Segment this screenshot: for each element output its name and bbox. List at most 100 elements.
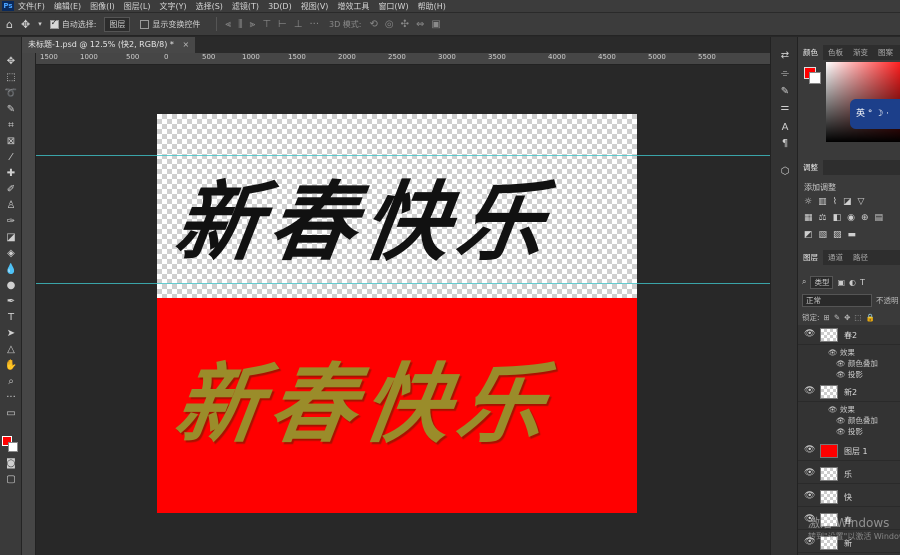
history-brush-icon[interactable]: ✑ xyxy=(2,215,20,229)
tab-layers[interactable]: 图层 xyxy=(798,250,823,265)
align-bottom-icon[interactable]: ⊥ xyxy=(294,19,303,30)
properties-icon[interactable]: ⌯ xyxy=(777,67,793,81)
calligraphy-text-gold[interactable]: 新春快乐 xyxy=(168,334,562,459)
crop-tool-icon[interactable]: ⌗ xyxy=(2,119,20,133)
move-tool-icon[interactable]: ✥ xyxy=(2,55,20,69)
hue-icon[interactable]: ▦ xyxy=(804,213,813,223)
eraser-tool-icon[interactable]: ◪ xyxy=(2,231,20,245)
hand-tool-icon[interactable]: ✋ xyxy=(2,359,20,373)
menu-image[interactable]: 图像(I) xyxy=(90,1,115,12)
adjust-icon[interactable]: ⚌ xyxy=(777,101,793,115)
layer-row-kuai[interactable]: 👁 快 xyxy=(798,487,900,507)
menu-layer[interactable]: 图层(L) xyxy=(124,1,151,12)
shape-tool-icon[interactable]: △ xyxy=(2,343,20,357)
3d-slide-icon[interactable]: ⇔ xyxy=(416,19,424,30)
layer-row-xin2[interactable]: 👁 新2 xyxy=(798,382,900,402)
curves-icon[interactable]: ⌇ xyxy=(833,197,837,207)
healing-tool-icon[interactable]: ✚ xyxy=(2,167,20,181)
tab-patterns[interactable]: 图案 xyxy=(873,45,898,60)
calligraphy-text-black[interactable]: 新春快乐 xyxy=(168,152,562,277)
tab-paths[interactable]: 路径 xyxy=(848,250,873,265)
menu-file[interactable]: 文件(F) xyxy=(18,1,45,12)
3d-scale-icon[interactable]: ▣ xyxy=(431,19,440,30)
menu-help[interactable]: 帮助(H) xyxy=(418,1,446,12)
frame-tool-icon[interactable]: ⊠ xyxy=(2,135,20,149)
lock-pixels-icon[interactable]: ✎ xyxy=(834,313,840,322)
mixer-icon[interactable]: ⊕ xyxy=(861,213,869,223)
photo-filter-icon[interactable]: ◉ xyxy=(847,213,855,223)
brush-settings-icon[interactable]: ✎ xyxy=(777,85,793,99)
brightness-icon[interactable]: ☼ xyxy=(804,197,812,207)
effect-drop-shadow[interactable]: 👁 投影 xyxy=(836,369,863,380)
menu-view[interactable]: 视图(V) xyxy=(301,1,329,12)
3d-roll-icon[interactable]: ◎ xyxy=(385,19,394,30)
background-color-swatch[interactable] xyxy=(8,442,18,452)
eye-icon[interactable]: 👁 xyxy=(804,468,815,478)
posterize-icon[interactable]: ▧ xyxy=(819,230,828,240)
tab-swatches[interactable]: 色板 xyxy=(823,45,848,60)
more-icon[interactable]: ··· xyxy=(309,19,319,30)
align-center-icon[interactable]: ⫼ xyxy=(238,19,243,30)
levels-icon[interactable]: ▥ xyxy=(818,197,827,207)
ime-indicator[interactable]: 英 ° ☽ · xyxy=(850,99,900,129)
guide-line[interactable] xyxy=(36,283,770,284)
lock-all-icon[interactable]: 🔒 xyxy=(866,313,875,322)
menu-filter[interactable]: 滤镜(T) xyxy=(232,1,259,12)
align-middle-icon[interactable]: ⊢ xyxy=(278,19,287,30)
menu-plugins[interactable]: 增效工具 xyxy=(337,1,369,12)
menu-type[interactable]: 文字(Y) xyxy=(159,1,186,12)
lock-transparent-icon[interactable]: ⊞ xyxy=(824,313,830,322)
auto-select-checkbox[interactable] xyxy=(49,18,59,29)
tab-adjustments[interactable]: 调整 xyxy=(798,160,823,175)
tab-channels[interactable]: 通道 xyxy=(823,250,848,265)
3d-orbit-icon[interactable]: ⟲ xyxy=(370,19,378,30)
lock-position-icon[interactable]: ✥ xyxy=(844,313,850,322)
align-top-icon[interactable]: ⊤ xyxy=(262,19,271,30)
screen-mode-icon[interactable]: ▢ xyxy=(2,473,20,487)
color-panel-background[interactable] xyxy=(809,72,821,84)
vibrance-icon[interactable]: ▽ xyxy=(858,197,865,207)
move-tool-icon[interactable]: ✥ xyxy=(21,18,30,31)
zoom-tool-icon[interactable]: ⌕ xyxy=(2,375,20,389)
eyedropper-tool-icon[interactable]: ⁄ xyxy=(2,151,20,165)
blur-tool-icon[interactable]: 💧 xyxy=(2,263,20,277)
bw-icon[interactable]: ◧ xyxy=(833,213,842,223)
brush-tool-icon[interactable]: ✐ xyxy=(2,183,20,197)
dodge-tool-icon[interactable]: ● xyxy=(2,279,20,293)
quick-select-tool-icon[interactable]: ✎ xyxy=(2,103,20,117)
layer-filter-dropdown[interactable]: 类型 xyxy=(810,275,834,289)
align-right-icon[interactable]: ⫸ xyxy=(250,19,256,30)
close-icon[interactable]: × xyxy=(182,40,189,49)
effect-color-overlay[interactable]: 👁 颜色叠加 xyxy=(836,415,878,426)
chevron-down-icon[interactable]: ▾ xyxy=(38,20,42,28)
document-canvas[interactable]: 新春快乐 新春快乐 xyxy=(157,114,637,513)
marquee-tool-icon[interactable]: ⬚ xyxy=(2,71,20,85)
pen-tool-icon[interactable]: ✒ xyxy=(2,295,20,309)
tab-gradients[interactable]: 渐变 xyxy=(848,45,873,60)
3d-icon[interactable]: ⬡ xyxy=(777,165,793,179)
eye-icon[interactable]: 👁 xyxy=(804,491,815,501)
lasso-tool-icon[interactable]: ➰ xyxy=(2,87,20,101)
menu-3d[interactable]: 3D(D) xyxy=(268,2,292,11)
menu-window[interactable]: 窗口(W) xyxy=(378,1,408,12)
layer-row-layer1[interactable]: 👁 图层 1 xyxy=(798,441,900,461)
layer-row-chun2[interactable]: 👁 春2 xyxy=(798,325,900,345)
more-tools-icon[interactable]: ··· xyxy=(2,391,20,405)
guide-line[interactable] xyxy=(36,155,770,156)
lookup-icon[interactable]: ▤ xyxy=(875,213,884,223)
3d-pan-icon[interactable]: ✣ xyxy=(401,19,409,30)
menu-edit[interactable]: 编辑(E) xyxy=(54,1,81,12)
invert-icon[interactable]: ◩ xyxy=(804,230,813,240)
path-select-tool-icon[interactable]: ➤ xyxy=(2,327,20,341)
gradient-map-icon[interactable]: ▬ xyxy=(848,230,857,240)
character-icon[interactable]: A xyxy=(777,121,793,135)
eye-icon[interactable]: 👁 xyxy=(804,329,815,339)
type-tool-icon[interactable]: T xyxy=(2,311,20,325)
auto-select-dropdown[interactable]: 图层 xyxy=(104,16,131,32)
edit-toolbar-icon[interactable]: ▭ xyxy=(2,407,20,421)
blend-mode-dropdown[interactable]: 正常 xyxy=(802,293,872,307)
stamp-tool-icon[interactable]: ♙ xyxy=(2,199,20,213)
balance-icon[interactable]: ⚖ xyxy=(819,213,827,223)
paragraph-icon[interactable]: ¶ xyxy=(777,137,793,151)
exposure-icon[interactable]: ◪ xyxy=(843,197,852,207)
